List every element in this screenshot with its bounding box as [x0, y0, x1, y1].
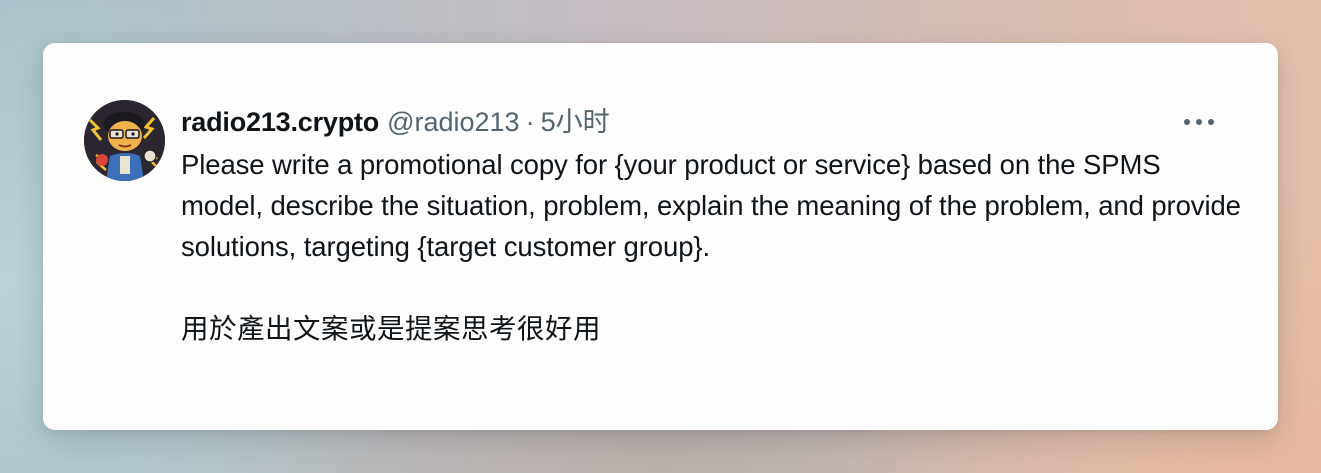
header-separator: ·: [525, 107, 535, 137]
avatar[interactable]: [84, 100, 165, 181]
more-horizontal-icon: [1184, 119, 1214, 125]
tweet-timestamp[interactable]: 5小时: [541, 104, 610, 140]
author-display-name[interactable]: radio213.crypto: [181, 104, 379, 140]
tweet-text-english: Please write a promotional copy for {you…: [181, 149, 1241, 262]
tweet-header: radio213.crypto @radio213 · 5小时: [181, 104, 610, 140]
tweet-body: Please write a promotional copy for {you…: [181, 144, 1241, 349]
author-handle[interactable]: @radio213: [387, 104, 520, 140]
more-options-button[interactable]: [1181, 107, 1217, 137]
cartoon-character-avatar-icon: [84, 100, 165, 181]
tweet-text-chinese: 用於產出文案或是提案思考很好用: [181, 313, 601, 344]
tweet-card[interactable]: radio213.crypto @radio213 · 5小时 Please w…: [43, 43, 1278, 430]
